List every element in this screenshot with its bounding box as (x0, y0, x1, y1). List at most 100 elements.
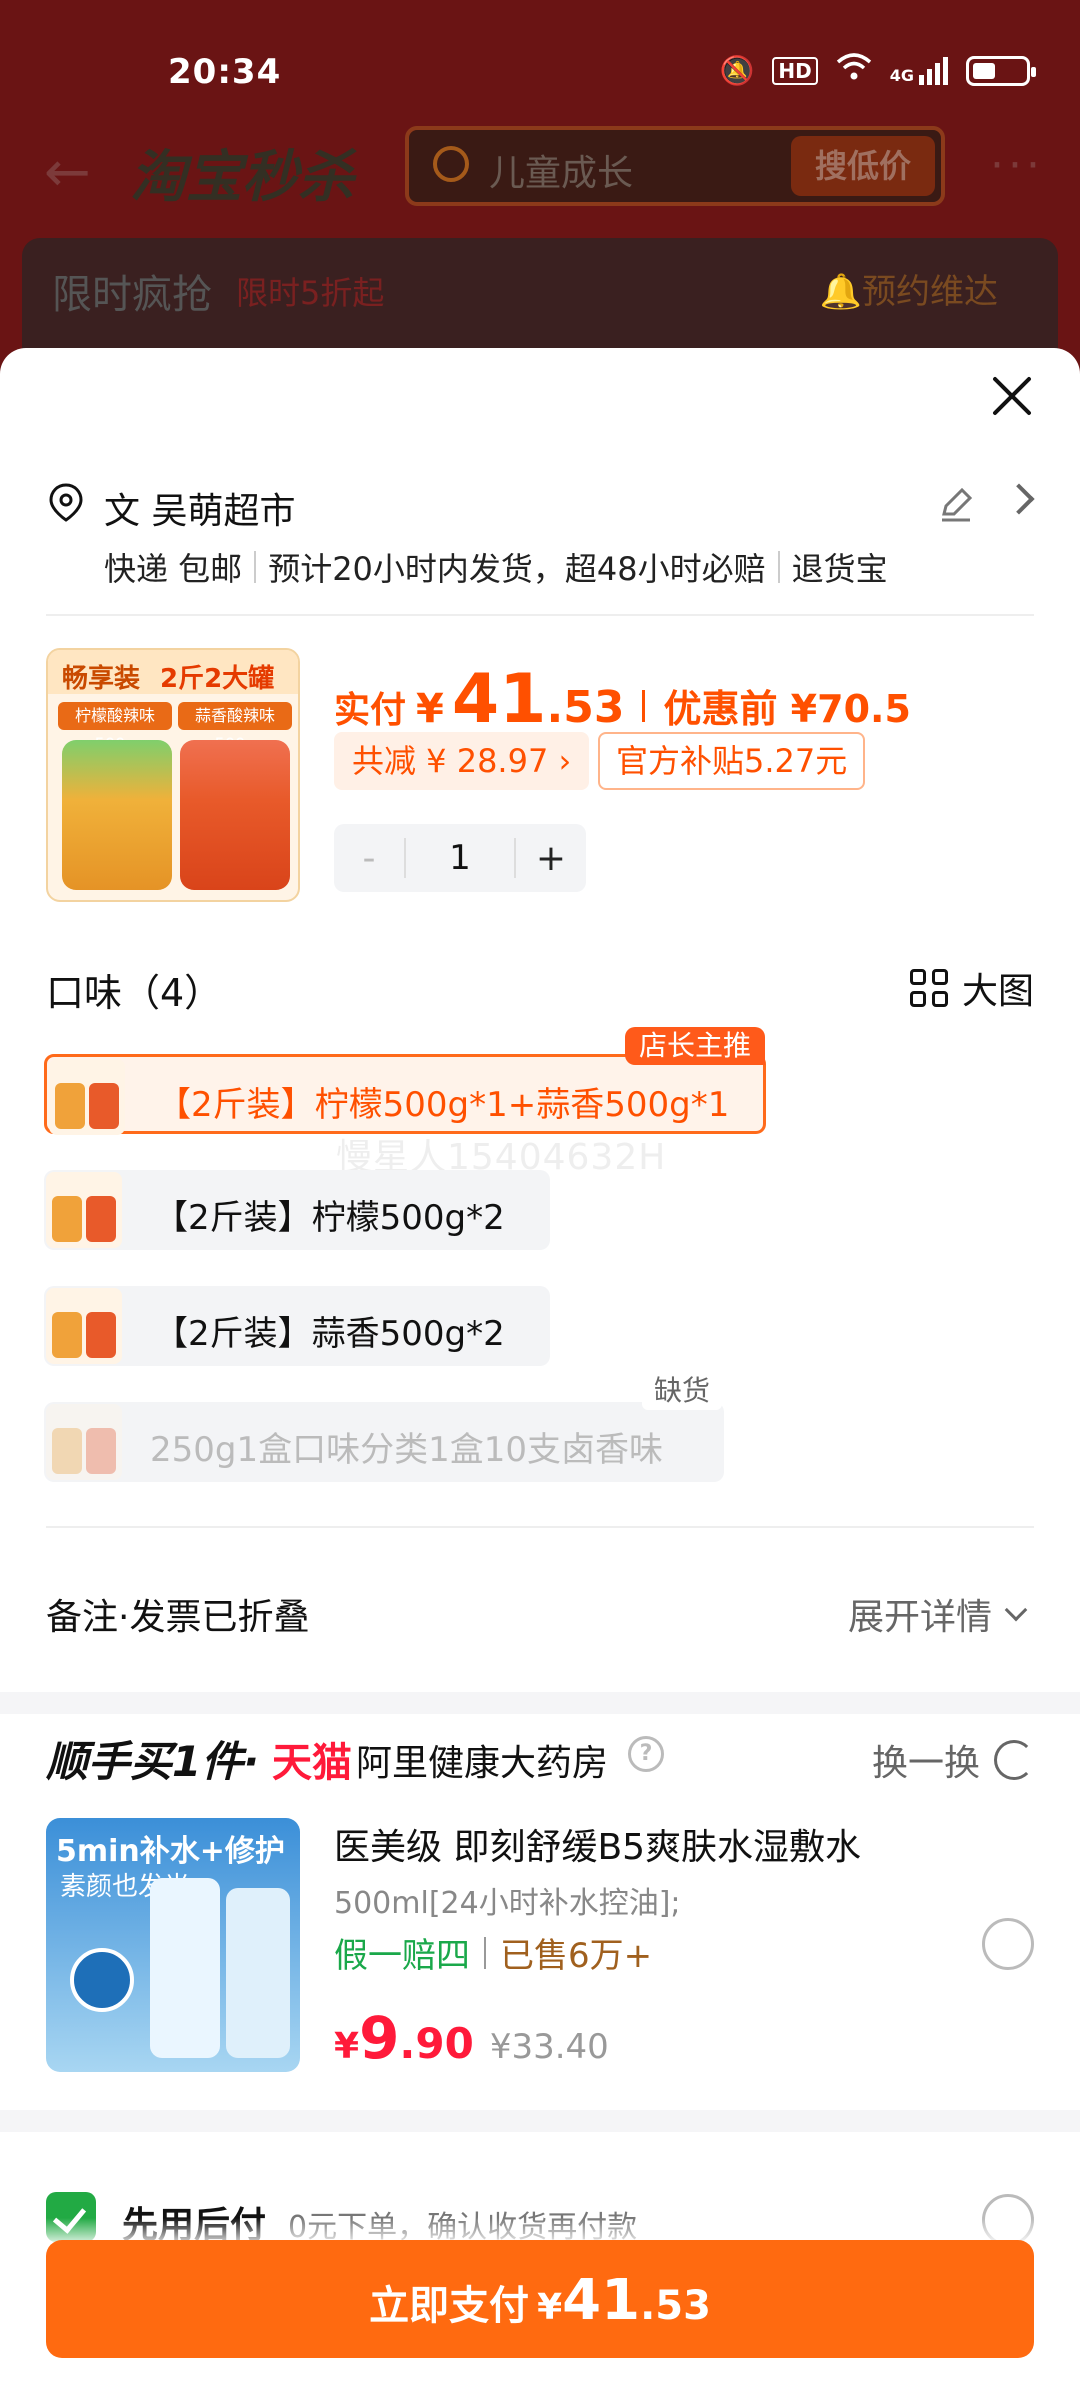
addon-image-title: 5min补水+修护 (56, 1834, 285, 1869)
addon-tags: 假一赔四 已售6万+ (334, 1928, 652, 1977)
notes-row[interactable]: 备注·发票已折叠 展开详情 (46, 1568, 1034, 1648)
flavor-option[interactable]: 【2斤装】蒜香500g*2 (44, 1286, 550, 1366)
big-picture-toggle[interactable]: 大图 (909, 962, 1034, 1014)
hd-icon: HD (772, 56, 818, 85)
help-icon[interactable]: ? (628, 1736, 664, 1772)
addon-header: 顺手买1件· 天猫 阿里健康大药房 ? 换一换 (46, 1728, 1034, 1788)
chevron-right-icon[interactable] (1003, 483, 1035, 515)
option-label: 【2斤装】柠檬500g*1+蒜香500g*1 (157, 1085, 730, 1125)
order-sheet: 文 吴萌超市 快递 包邮 预计20小时内发货，超48小时必赔 退货宝 畅享装 2… (0, 348, 1080, 2400)
divider (484, 1936, 486, 1969)
option-thumbnail (46, 1288, 122, 1364)
quantity-stepper: - 1 + (334, 824, 586, 892)
mute-icon: 🔕 (719, 54, 755, 87)
edit-icon[interactable] (936, 484, 976, 524)
flavor-option[interactable]: 【2斤装】柠檬500g*1+蒜香500g*1 店长主推 (44, 1027, 766, 1135)
swap-button[interactable]: 换一换 (872, 1734, 1034, 1786)
price-integer: 41 (451, 660, 547, 739)
swap-label: 换一换 (871, 1743, 980, 1784)
product-image-tag: 柠檬酸辣味500g (58, 702, 172, 753)
flavor-option[interactable]: 【2斤装】柠檬500g*2 (44, 1170, 550, 1250)
delivery-info: 快递 包邮 预计20小时内发货，超48小时必赔 退货宝 (104, 544, 888, 590)
background-page: 20:34 🔕 HD 4G ← 淘宝秒杀 儿童成长 搜低价 ··· 限时疯抢 限… (0, 0, 1080, 398)
notes-label: 备注·发票已折叠 (46, 1597, 310, 1638)
expand-label: 展开详情 (847, 1597, 992, 1638)
divider (777, 551, 780, 583)
option-label: 【2斤装】蒜香500g*2 (154, 1314, 505, 1354)
divider (642, 690, 646, 722)
jar-garlic (180, 740, 290, 890)
section-divider (46, 1526, 1034, 1528)
price-decimal: .53 (640, 2283, 711, 2329)
divider (254, 551, 257, 583)
bottle-shape (226, 1888, 290, 2058)
battery-icon (966, 55, 1036, 86)
subsidy-chip: 官方补贴5.27元 (598, 732, 866, 790)
original-price: ¥33.40 (489, 2027, 609, 2067)
background-logo: 淘宝秒杀 (130, 145, 354, 210)
wifi-icon (836, 52, 872, 89)
background-card-remind: 🔔预约维达 (819, 272, 998, 312)
section-gap (0, 2110, 1080, 2132)
addon-select-radio[interactable] (982, 1918, 1034, 1970)
background-card-subtitle: 限时5折起 (236, 274, 385, 312)
pay-now-button[interactable]: 立即支付 ¥ 41 .53 (46, 2240, 1034, 2358)
seal-badge (70, 1948, 134, 2012)
flavor-title: 口味（4） (46, 971, 223, 1015)
location-pin-icon (49, 483, 83, 522)
recommend-badge: 店长主推 (624, 1027, 765, 1065)
chevron-down-icon (1004, 1598, 1028, 1622)
option-label: 250g1盒口味分类1盒10支卤香味 (150, 1430, 664, 1470)
product-image-tag: 蒜香酸辣味500g (178, 702, 292, 753)
address-row[interactable]: 文 吴萌超市 (46, 478, 1036, 538)
price-decimal: .90 (399, 2019, 474, 2068)
currency-symbol: ¥ (416, 686, 444, 732)
big-picture-label: 大图 (961, 971, 1034, 1012)
return-insurance: 退货宝 (791, 550, 888, 588)
status-time: 20:34 (168, 52, 282, 92)
quantity-value[interactable]: 1 (404, 838, 516, 878)
addon-store-name: 阿里健康大药房 (356, 1743, 609, 1784)
expand-details[interactable]: 展开详情 (847, 1588, 1028, 1640)
price-line: 实付 ¥ 41 .53 优惠前 ¥70.5 (334, 660, 911, 739)
addon-title[interactable]: 医美级 即刻舒缓B5爽肤水湿敷水 (334, 1818, 861, 1870)
status-icons: 🔕 HD 4G (719, 52, 1036, 89)
out-of-stock-badge: 缺货 (641, 1372, 722, 1410)
background-search-bar: 儿童成长 搜低价 (405, 126, 945, 206)
jar-lemon (62, 740, 172, 890)
signal-icon: 4G (890, 56, 948, 85)
tmall-logo: 天猫 (272, 1740, 352, 1786)
option-thumbnail (46, 1172, 122, 1248)
flavor-option-disabled: 250g1盒口味分类1盒10支卤香味 缺货 (44, 1372, 724, 1482)
decrease-button[interactable]: - (334, 838, 404, 879)
discount-chip[interactable]: 共减 ¥ 28.97 › (334, 732, 590, 790)
addon-spec: 500ml[24小时补水控油]; (334, 1886, 681, 1921)
close-icon[interactable] (984, 370, 1040, 426)
refresh-icon (994, 1740, 1034, 1780)
pay-now-label: 立即支付 (369, 2283, 530, 2329)
product-image-title: 畅享装 (62, 664, 141, 694)
guarantee-tag: 假一赔四 (334, 1936, 470, 1976)
option-thumbnail (46, 1404, 122, 1480)
price-before-discount: 优惠前 ¥70.5 (663, 687, 911, 731)
product-image[interactable]: 畅享装 2斤2大罐 柠檬酸辣味500g 蒜香酸辣味500g (46, 648, 300, 902)
search-icon (433, 146, 469, 182)
back-arrow-icon: ← (44, 140, 91, 205)
background-nav: ← 淘宝秒杀 儿童成长 搜低价 ··· (0, 120, 1080, 220)
option-label: 【2斤装】柠檬500g*2 (154, 1198, 505, 1238)
status-bar: 20:34 🔕 HD 4G (0, 0, 1080, 140)
currency-symbol: ¥ (537, 2287, 563, 2328)
background-card-title: 限时疯抢 (52, 272, 212, 318)
section-divider (46, 614, 1034, 616)
increase-button[interactable]: + (516, 838, 586, 879)
sales-tag: 已售6万+ (500, 1936, 653, 1976)
background-search-button: 搜低价 (791, 136, 935, 196)
more-icon: ··· (990, 140, 1044, 191)
currency-symbol: ¥ (334, 2026, 360, 2067)
address-name: 文 吴萌超市 (104, 491, 296, 532)
background-search-placeholder: 儿童成长 (489, 153, 634, 194)
bottle-shape (150, 1878, 220, 2058)
addon-price: ¥ 9 .90 ¥33.40 (334, 2004, 609, 2072)
option-thumbnail (49, 1059, 125, 1135)
addon-product-image[interactable]: 5min补水+修护 素颜也发光 (46, 1818, 300, 2072)
